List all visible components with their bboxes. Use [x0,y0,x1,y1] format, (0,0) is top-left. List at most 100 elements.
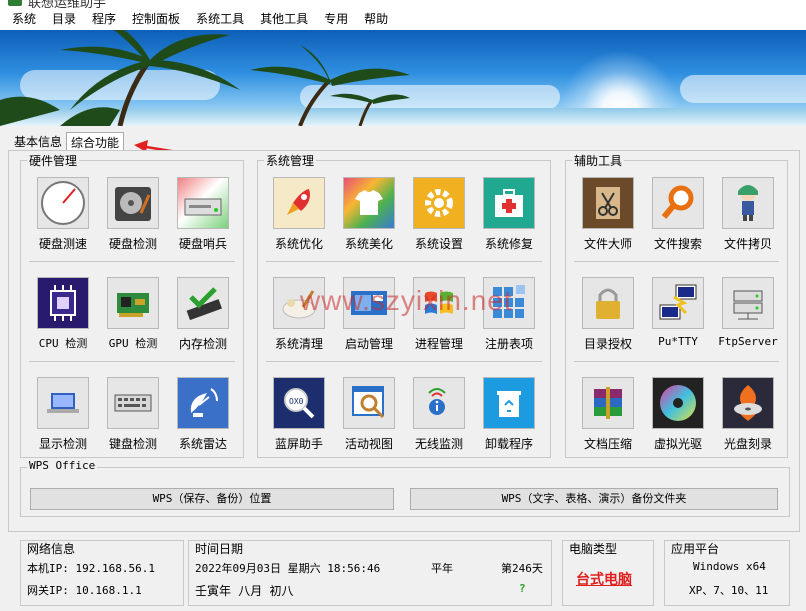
tool-display-check[interactable]: 显示检测 [30,377,96,452]
tool-label: 注册表项 [484,337,533,351]
tool-label: 虚拟光驱 [653,437,702,451]
tool-label: 系统优化 [274,237,323,251]
radar-dish-icon [177,377,229,429]
tool-label: 文件拷贝 [723,237,772,251]
help-question-mark[interactable]: ? [519,582,526,595]
tool-system-beautify[interactable]: 系统美化 [336,177,402,252]
tool-label: 无线监测 [414,437,463,451]
day-of-year: 第246天 [501,562,543,575]
tool-file-copy[interactable]: 文件拷贝 [715,177,781,252]
tool-label: 进程管理 [414,337,463,351]
putty-icon [652,277,704,329]
tool-wireless-monitor[interactable]: 无线监测 [406,377,472,452]
tool-label: Pu*TTY [658,335,698,348]
menu-system[interactable]: 系统 [4,8,44,30]
winrar-books-icon [582,377,634,429]
hard-drive-icon [107,177,159,229]
menu-directory[interactable]: 目录 [44,8,84,30]
current-datetime: 2022年09月03日 星期六 18:56:46 [195,562,381,575]
tool-virtual-drive[interactable]: 虚拟光驱 [645,377,711,452]
tool-file-search[interactable]: 文件搜索 [645,177,711,252]
wps-save-location-button[interactable]: WPS（保存、备份）位置 [30,488,394,510]
window-title: 联想运维助手 [28,0,107,8]
menu-help[interactable]: 帮助 [356,8,396,30]
tool-putty[interactable]: Pu*TTY [645,277,711,348]
menu-control-panel[interactable]: 控制面板 [124,8,188,30]
tool-label: 硬盘哨兵 [178,237,227,251]
tool-label: 系统清理 [274,337,323,351]
tool-disk-speed[interactable]: 硬盘测速 [30,177,96,252]
menu-programs[interactable]: 程序 [84,8,124,30]
gpu-card-icon [107,277,159,329]
year-type: 平年 [431,562,453,575]
datetime-panel: 时间日期 2022年09月03日 星期六 18:56:46 平年 第246天 壬… [188,540,552,606]
wireless-info-icon [413,377,465,429]
local-ip: 本机IP: 192.168.56.1 [27,562,155,575]
tool-ftp-server[interactable]: FtpServer [715,277,781,348]
tool-memory-check[interactable]: 内存检测 [170,277,236,352]
tool-doc-compress[interactable]: 文档压缩 [575,377,641,452]
tool-disk-check[interactable]: 硬盘检测 [100,177,166,252]
wps-backup-folder-button[interactable]: WPS（文字、表格、演示）备份文件夹 [410,488,778,510]
tool-label: 蓝屏助手 [274,437,323,451]
title-bar: 联想运维助手 [0,0,806,8]
tool-file-master[interactable]: 文件大师 [575,177,641,252]
tool-disc-burn[interactable]: 光盘刻录 [715,377,781,452]
svg-text:OX0: OX0 [289,397,304,406]
lunar-date: 壬寅年 八月 初八 [195,584,294,598]
tool-label: 硬盘检测 [108,237,157,251]
wps-office-group: WPS Office WPS（保存、备份）位置 WPS（文字、表格、演示）备份文… [20,459,790,517]
platform-line2: XP、7、10、11 [689,584,769,597]
aux-tools-group: 辅助工具 文件大师 文件搜索 文件拷贝 目录授权 Pu*TTY FtpServe… [565,152,788,458]
tool-label: 活动视图 [344,437,393,451]
network-info-title: 网络信息 [27,542,76,556]
platform-title: 应用平台 [671,542,720,556]
tool-cpu-check[interactable]: CPU 检测 [30,277,96,351]
tool-label: 文档压缩 [583,437,632,451]
first-aid-kit-icon [483,177,535,229]
menu-system-tools[interactable]: 系统工具 [188,8,252,30]
pc-type-title: 电脑类型 [569,542,618,556]
pc-type-panel: 电脑类型 台式电脑 [562,540,654,606]
aux-group-title: 辅助工具 [572,152,625,169]
tab-strip: 基本信息 综合功能 [10,132,125,150]
tab-comprehensive[interactable]: 综合功能 [66,132,125,150]
tool-system-optimize[interactable]: 系统优化 [266,177,332,252]
tool-label: 启动管理 [344,337,393,351]
tool-gpu-check[interactable]: GPU 检测 [100,277,166,351]
search-icon [652,177,704,229]
menu-dedicated[interactable]: 专用 [316,8,356,30]
tool-label: 系统美化 [344,237,393,251]
platform-panel: 应用平台 Windows x64 XP、7、10、11 [664,540,790,606]
tool-activity-view[interactable]: 活动视图 [336,377,402,452]
tool-bsod-helper[interactable]: OX0 蓝屏助手 [266,377,332,452]
tool-disk-sentinel[interactable]: 硬盘哨兵 [170,177,236,252]
tab-basic-info[interactable]: 基本信息 [10,132,66,150]
menu-bar: 系统 目录 程序 控制面板 系统工具 其他工具 专用 帮助 [0,8,806,30]
rocket-icon [273,177,325,229]
tool-dir-permission[interactable]: 目录授权 [575,277,641,352]
laptop-display-icon [37,377,89,429]
optical-disc-icon [652,377,704,429]
pc-type-value: 台式电脑 [576,572,632,588]
scissors-icon [582,177,634,229]
tool-label: 键盘检测 [108,437,157,451]
tool-label: 目录授权 [583,337,632,351]
server-icon [722,277,774,329]
recycle-bin-icon [483,377,535,429]
tool-label: 系统设置 [414,237,463,251]
padlock-icon [582,277,634,329]
menu-other-tools[interactable]: 其他工具 [252,8,316,30]
tool-system-radar[interactable]: 系统雷达 [170,377,236,452]
tool-label: 光盘刻录 [723,437,772,451]
tool-uninstall[interactable]: 卸载程序 [476,377,542,452]
anime-character-icon [722,177,774,229]
tool-label: CPU 检测 [38,337,88,350]
tool-keyboard-check[interactable]: 键盘检测 [100,377,166,452]
tool-system-settings[interactable]: 系统设置 [406,177,472,252]
bsod-magnifier-icon: OX0 [273,377,325,429]
tool-system-repair[interactable]: 系统修复 [476,177,542,252]
watermark: www.szyixin.net [300,285,513,316]
tool-label: 硬盘测速 [38,237,87,251]
palm-trees [0,30,410,126]
